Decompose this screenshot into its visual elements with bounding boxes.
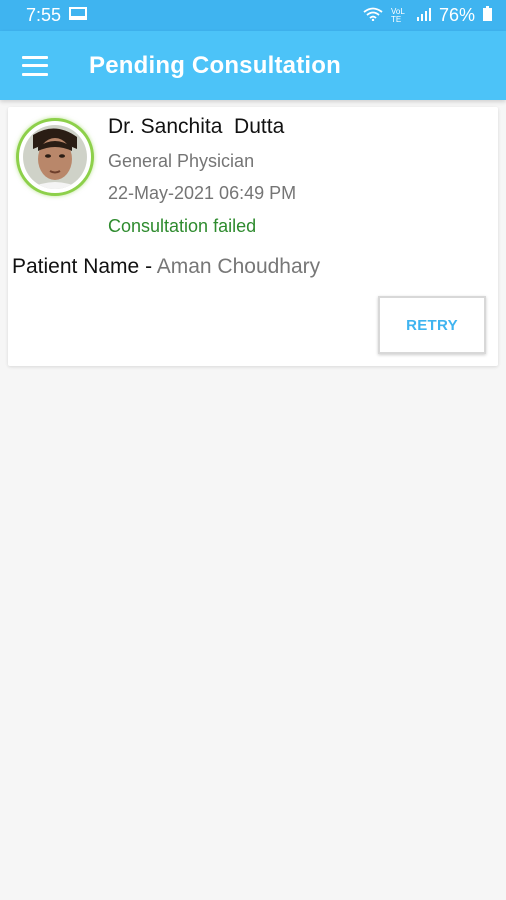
screen-cast-icon <box>69 5 88 26</box>
doctor-name: Dr. Sanchita Dutta <box>108 115 285 138</box>
app-bar: Pending Consultation <box>0 31 506 100</box>
consultation-date: 22-May-2021 06:49 PM <box>108 183 297 203</box>
avatar <box>16 118 94 196</box>
page-title: Pending Consultation <box>89 51 341 79</box>
network-label: VoLTE <box>390 6 405 24</box>
patient-row: Patient Name - Aman Choudhary <box>12 255 320 279</box>
battery-icon <box>483 5 492 26</box>
consultation-status: Consultation failed <box>108 216 257 236</box>
doctor-specialization: General Physician <box>108 151 255 171</box>
signal-icon <box>416 5 431 26</box>
status-bar: 7:55 VoLTE 76% <box>0 0 506 31</box>
patient-name: Aman Choudhary <box>156 255 321 278</box>
hamburger-menu-icon[interactable] <box>22 55 48 76</box>
status-time: 7:55 <box>26 5 62 25</box>
patient-label: Patient Name - <box>12 255 157 278</box>
consultation-list: Dr. Sanchita Dutta General Physician 22-… <box>0 100 506 373</box>
battery-percent: 76% <box>438 5 475 25</box>
retry-button[interactable]: RETRY <box>378 296 486 354</box>
status-right: VoLTE 76% <box>363 5 492 26</box>
wifi-icon <box>363 5 383 26</box>
status-left: 7:55 <box>26 5 88 26</box>
doctor-photo <box>23 125 87 189</box>
consultation-card: Dr. Sanchita Dutta General Physician 22-… <box>8 107 498 366</box>
